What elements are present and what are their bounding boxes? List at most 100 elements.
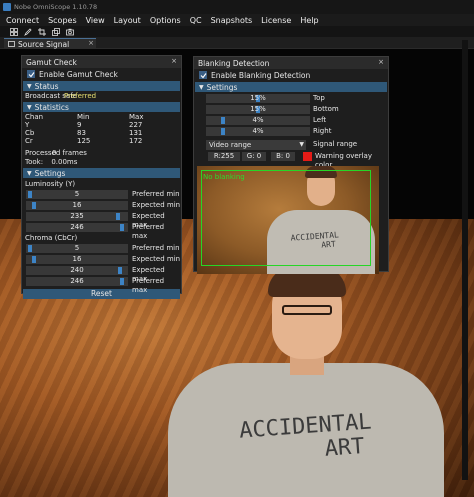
took-time: Took: 0.00ms (25, 158, 78, 166)
monitor-icon (8, 41, 15, 47)
collapse-arrow-icon: ▼ (27, 169, 32, 177)
slider-row: 4% Left (194, 115, 388, 126)
window-title: Nobe OmniScope 1.10.78 (14, 3, 98, 11)
slider-track[interactable]: 16 (26, 201, 128, 210)
menu-license[interactable]: License (261, 16, 291, 25)
warning-color-swatch[interactable] (303, 152, 312, 161)
tab-source-signal[interactable]: Source Signal × (4, 38, 96, 49)
slider-label: Left (313, 116, 327, 124)
blanking-settings-header[interactable]: ▼ Settings (195, 82, 387, 92)
luminosity-label: Luminosity (Y) (25, 180, 76, 188)
status-section-header[interactable]: ▼ Status (23, 81, 180, 91)
gamut-check-panel: Gamut Check × Enable Gamut Check ▼ Status… (21, 55, 182, 299)
slider-value: 15% (250, 105, 266, 113)
slider-row: 15% Bottom (194, 104, 388, 115)
slider-value: 5 (74, 190, 80, 198)
blanking-panel-title: Blanking Detection (198, 58, 270, 68)
menu-layout[interactable]: Layout (114, 16, 141, 25)
blanking-panel-titlebar[interactable]: Blanking Detection × (194, 57, 388, 69)
menu-options[interactable]: Options (150, 16, 181, 25)
tab-close-icon[interactable]: × (88, 39, 94, 47)
menu-help[interactable]: Help (300, 16, 318, 25)
red-channel-input[interactable]: R:255 (208, 152, 240, 161)
warning-color-row: R:255 G: 0 B: 0 Warning overlay color (194, 152, 388, 169)
menu-bar: Connect Scopes View Layout Options QC Sn… (0, 14, 474, 26)
collapse-arrow-icon: ▼ (199, 83, 204, 91)
blanking-preview: ACCIDENTAL ART No blanking (197, 166, 379, 274)
chevron-down-icon: ▼ (299, 141, 304, 148)
menu-view[interactable]: View (86, 16, 105, 25)
slider-track[interactable]: 4% (206, 116, 310, 125)
enable-gamut-row[interactable]: Enable Gamut Check (22, 68, 181, 80)
gamut-close-icon[interactable]: × (171, 57, 177, 65)
collapse-arrow-icon: ▼ (27, 103, 32, 111)
slider-track[interactable]: 5 (26, 190, 128, 199)
signal-range-select[interactable]: Video range ▼ (206, 140, 306, 150)
layers-icon[interactable] (52, 27, 60, 36)
green-channel-input[interactable]: G: 0 (242, 152, 266, 161)
camera-icon[interactable] (66, 28, 74, 36)
subject-glasses (282, 305, 332, 315)
enable-blanking-checkbox[interactable] (199, 71, 207, 79)
slider-track[interactable]: 246 (26, 223, 128, 232)
signal-range-label: Signal range (313, 140, 358, 148)
statistics-table: Chan Min Max Y 9 227 Cb 83 131 Cr 125 17… (22, 113, 181, 145)
slider-row: 15% Top (194, 93, 388, 104)
slider-value: 4% (252, 116, 264, 124)
slider-track[interactable]: 240 (26, 266, 128, 275)
slider-row: 235 Expected max (22, 211, 181, 229)
title-bar: Nobe OmniScope 1.10.78 (0, 0, 474, 14)
slider-track[interactable]: 15% (206, 105, 310, 114)
blanking-detection-panel: Blanking Detection × Enable Blanking Det… (193, 56, 389, 274)
slider-row: 246 Preferred max (22, 222, 181, 240)
menu-snapshots[interactable]: Snapshots (211, 16, 253, 25)
slider-track[interactable]: 246 (26, 277, 128, 286)
enable-gamut-checkbox[interactable] (27, 70, 35, 78)
shirt-print: ACCIDENTAL ART (238, 409, 373, 462)
enable-blanking-row[interactable]: Enable Blanking Detection (194, 69, 388, 81)
slider-label: Top (313, 94, 325, 102)
blanking-status-text: No blanking (203, 173, 245, 181)
enable-gamut-label: Enable Gamut Check (39, 69, 118, 79)
statistics-section-header[interactable]: ▼ Statistics (23, 102, 180, 112)
slider-value: 15% (250, 94, 266, 102)
blue-channel-input[interactable]: B: 0 (271, 152, 295, 161)
slider-row: 246 Preferred max (22, 276, 181, 294)
gamut-panel-titlebar[interactable]: Gamut Check × (22, 56, 181, 68)
table-header-row: Chan Min Max (25, 113, 144, 121)
gamut-panel-title: Gamut Check (26, 57, 77, 67)
slider-label: Preferred min (132, 244, 180, 252)
table-row: Cb 83 131 (25, 129, 143, 137)
pen-icon[interactable] (24, 27, 32, 36)
slider-label: Bottom (313, 105, 339, 113)
vertical-scrollbar[interactable] (462, 40, 468, 480)
toolbar (0, 26, 474, 37)
broadcast-status: Broadcast safe Preferred (25, 92, 97, 100)
slider-track[interactable]: 235 (26, 212, 128, 221)
slider-label: Expected min (132, 201, 181, 209)
slider-track[interactable]: 16 (26, 255, 128, 264)
table-row: Y 9 227 (25, 121, 143, 129)
slider-row: 240 Expected max (22, 265, 181, 283)
video-subject (168, 267, 444, 497)
slider-track[interactable]: 5 (26, 244, 128, 253)
settings-section-header[interactable]: ▼ Settings (23, 168, 180, 178)
blanking-sliders: 15% Top 15% Bottom 4% Left 4% Right (194, 93, 388, 137)
tab-bar: Source Signal × (0, 37, 474, 49)
slider-row: 5 Preferred min (22, 243, 181, 254)
luminosity-sliders: 5 Preferred min 16 Expected min 235 Expected … (22, 189, 181, 240)
slider-track[interactable]: 4% (206, 127, 310, 136)
slider-value: 5 (74, 244, 80, 252)
slider-value: 16 (72, 201, 82, 209)
slider-track[interactable]: 15% (206, 94, 310, 103)
tab-label: Source Signal (18, 39, 70, 49)
crop-icon[interactable] (38, 27, 46, 36)
table-row: Cr 125 172 (25, 137, 143, 145)
grid-icon[interactable] (10, 27, 18, 36)
menu-connect[interactable]: Connect (6, 16, 39, 25)
blanking-close-icon[interactable]: × (378, 58, 384, 66)
menu-qc[interactable]: QC (190, 16, 202, 25)
slider-label: Preferred max (132, 223, 165, 240)
menu-scopes[interactable]: Scopes (48, 16, 77, 25)
processed-overlay: 0 (52, 149, 57, 157)
